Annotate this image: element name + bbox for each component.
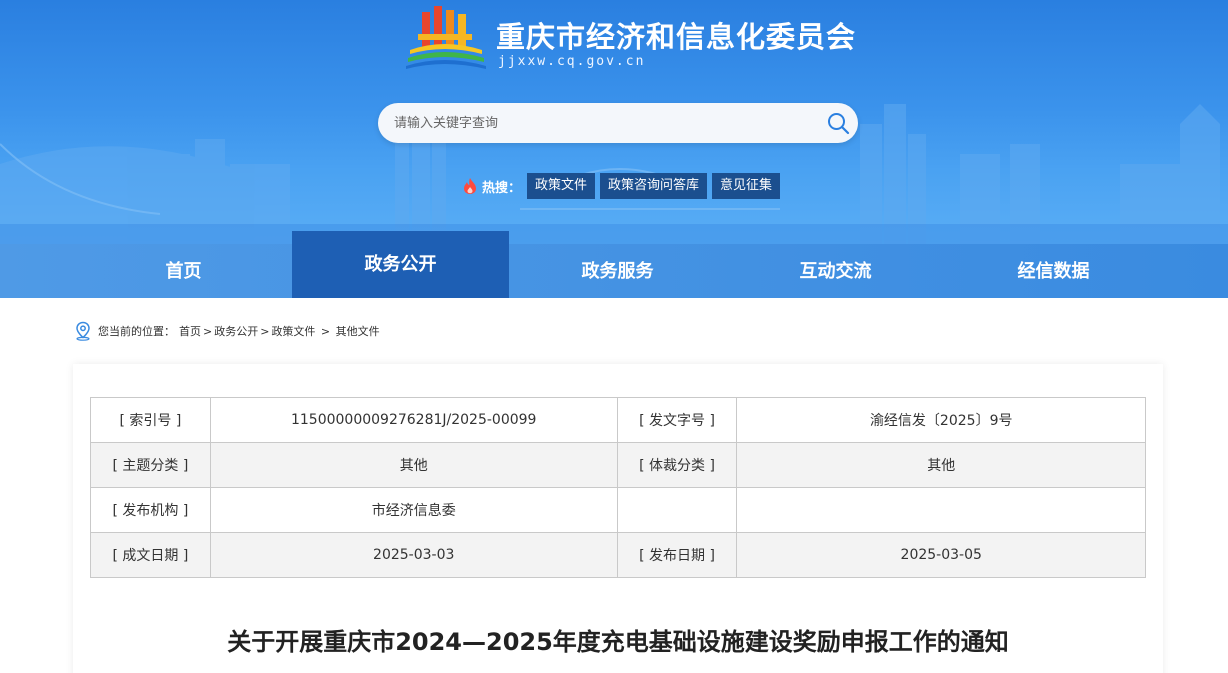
breadcrumb-government-affairs[interactable]: 政务公开 <box>214 323 258 339</box>
hot-tag-opinion-collection[interactable]: 意见征集 <box>712 173 781 199</box>
meta-label-written-date: [ 成文日期 ] <box>90 532 211 578</box>
site-title: 重庆市经济和信息化委员会 <box>496 20 857 54</box>
meta-value-publisher: 市经济信息委 <box>209 487 618 533</box>
meta-value-genre: 其他 <box>736 442 1146 488</box>
hot-search-row: 热搜： 政策文件 政策咨询问答库 意见征集 <box>462 173 785 199</box>
meta-label-genre: [ 体裁分类 ] <box>616 442 738 488</box>
search-bar <box>378 103 858 143</box>
document-title: 关于开展重庆市2024—2025年度充电基础设施建设奖励申报工作的通知 <box>227 628 1009 656</box>
flame-icon <box>464 178 476 194</box>
nav-home[interactable]: 首页 <box>75 244 292 298</box>
nav-economic-data[interactable]: 经信数据 <box>945 244 1162 298</box>
breadcrumb-separator: > <box>317 324 334 338</box>
site-logo[interactable]: 重庆市经济和信息化委员会 jjxxw.cq.gov.cn <box>404 4 855 70</box>
document-meta-table: [ 索引号 ] 11500000009276281J/2025-00099 [ … <box>90 397 1146 578</box>
meta-value-empty <box>736 487 1146 533</box>
breadcrumb-prefix: 您当前的位置： <box>98 325 175 338</box>
nav-government-affairs-disclosure[interactable]: 政务公开 <box>292 231 509 298</box>
table-row: [ 成文日期 ] 2025-03-03 [ 发布日期 ] 2025-03-05 <box>90 532 1146 578</box>
breadcrumb-separator: > <box>260 324 270 338</box>
location-pin-icon <box>76 321 90 341</box>
meta-label-index: [ 索引号 ] <box>90 397 211 443</box>
meta-label-empty <box>616 487 738 533</box>
meta-value-index: 11500000009276281J/2025-00099 <box>209 397 618 443</box>
breadcrumb: 您当前的位置： 首页 > 政务公开 > 政策文件 > 其他文件 <box>74 321 380 341</box>
table-row: [ 索引号 ] 11500000009276281J/2025-00099 [ … <box>90 397 1146 443</box>
nav-government-services[interactable]: 政务服务 <box>509 244 726 298</box>
meta-value-topic: 其他 <box>209 442 618 488</box>
hot-search-label: 热搜： <box>482 180 522 196</box>
meta-value-doc-number: 渝经信发〔2025〕9号 <box>736 397 1146 443</box>
document-card: [ 索引号 ] 11500000009276281J/2025-00099 [ … <box>73 364 1163 673</box>
breadcrumb-policy-files[interactable]: 政策文件 <box>271 323 315 339</box>
breadcrumb-other-files[interactable]: 其他文件 <box>336 323 380 339</box>
meta-value-publish-date: 2025-03-05 <box>736 532 1146 578</box>
meta-label-publish-date: [ 发布日期 ] <box>616 532 738 578</box>
breadcrumb-separator: > <box>203 324 213 338</box>
nav-interaction[interactable]: 互动交流 <box>727 244 944 298</box>
hot-tag-policy-files[interactable]: 政策文件 <box>527 173 596 199</box>
meta-value-written-date: 2025-03-03 <box>209 532 618 578</box>
hot-tag-policy-qa[interactable]: 政策咨询问答库 <box>600 173 708 199</box>
search-input[interactable] <box>378 103 818 143</box>
meta-label-publisher: [ 发布机构 ] <box>90 487 211 533</box>
site-domain: jjxxw.cq.gov.cn <box>498 54 646 69</box>
table-row: [ 主题分类 ] 其他 [ 体裁分类 ] 其他 <box>90 442 1146 488</box>
breadcrumb-home[interactable]: 首页 <box>179 323 201 339</box>
meta-label-doc-number: [ 发文字号 ] <box>616 397 738 443</box>
main-nav: 首页 政务公开 政务服务 互动交流 经信数据 <box>0 231 1228 298</box>
logo-emblem-icon <box>406 6 486 69</box>
search-icon[interactable] <box>826 111 850 135</box>
header-banner: 重庆市经济和信息化委员会 jjxxw.cq.gov.cn 热搜： 政策文件 政策… <box>0 0 1228 244</box>
table-row: [ 发布机构 ] 市经济信息委 <box>90 487 1146 533</box>
meta-label-topic: [ 主题分类 ] <box>90 442 211 488</box>
